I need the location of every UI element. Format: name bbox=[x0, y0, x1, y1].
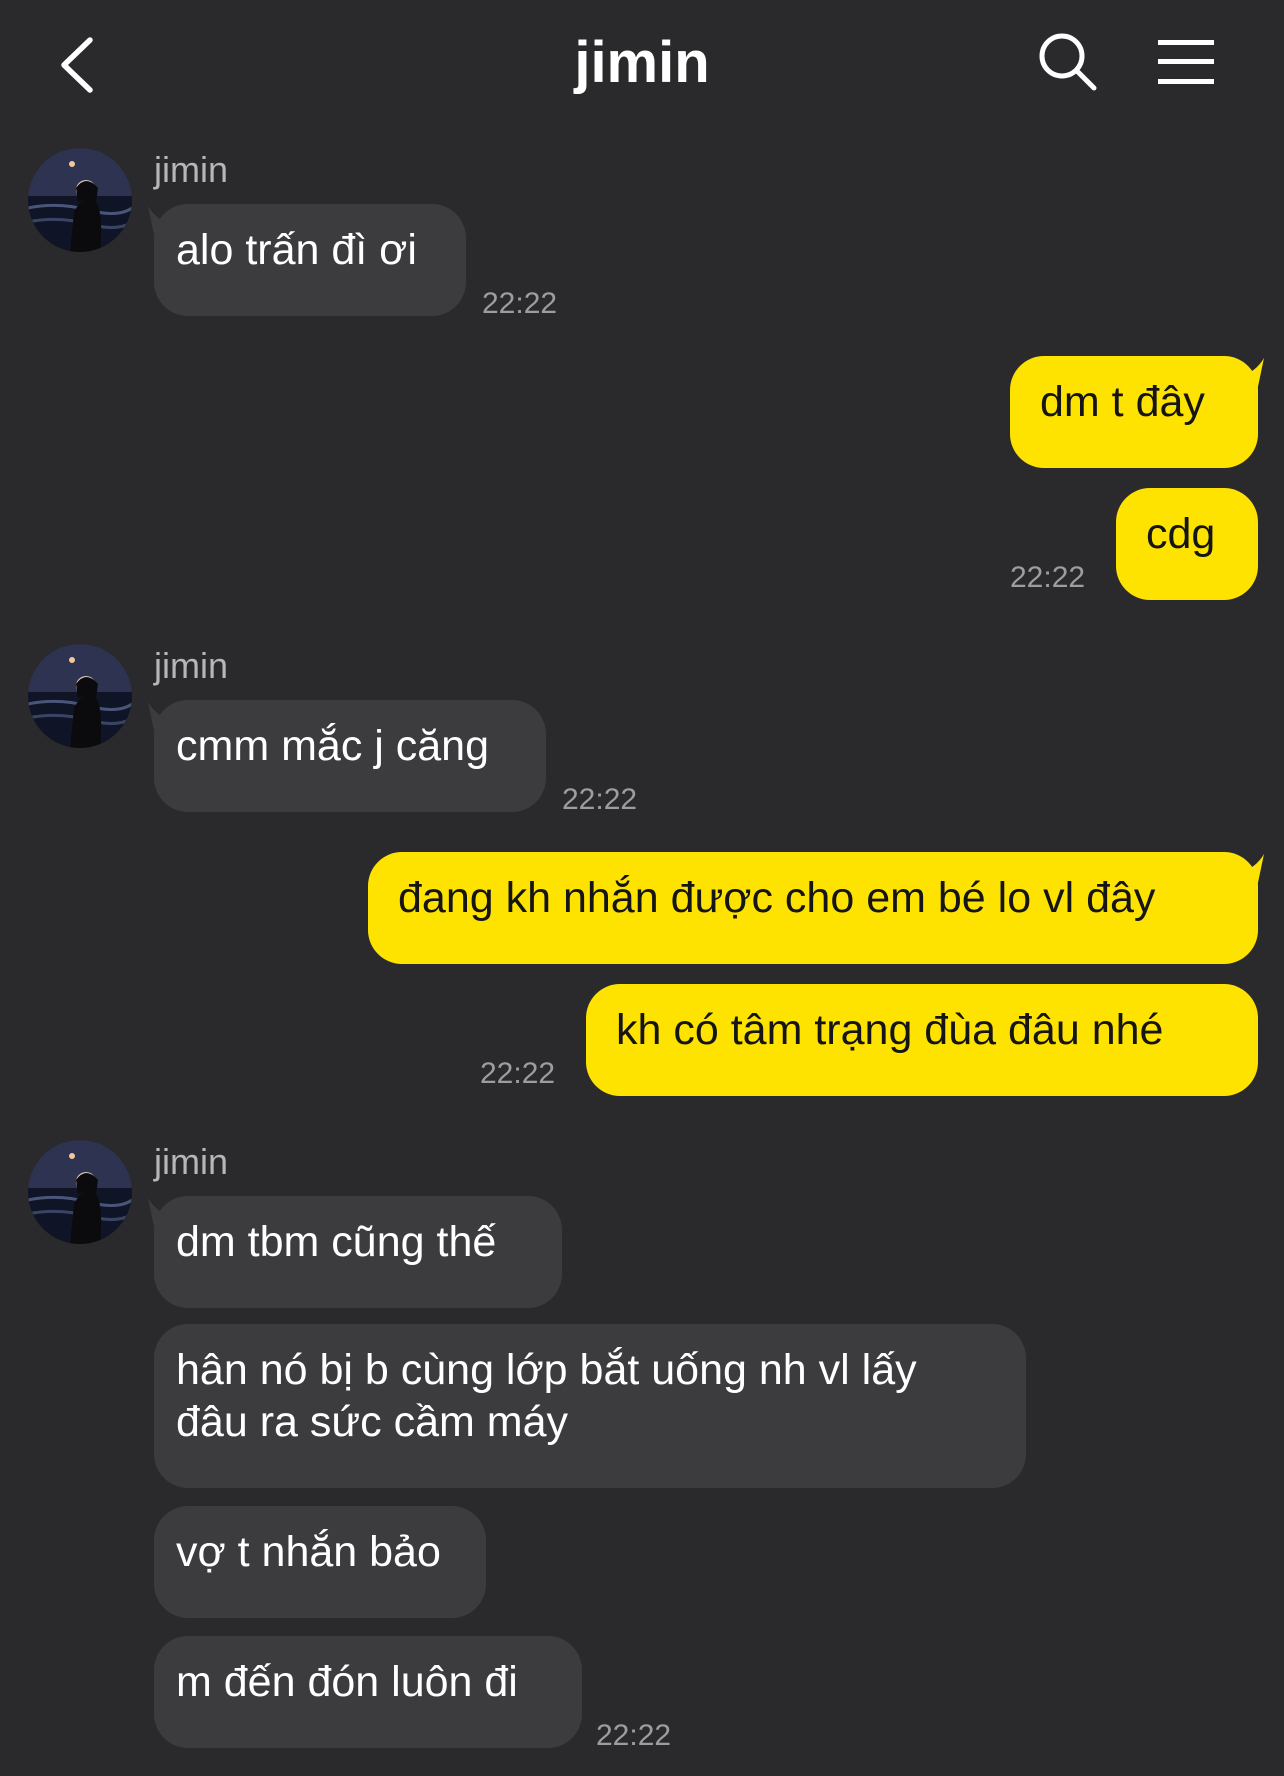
message-time: 22:22 bbox=[1010, 561, 1086, 594]
sender-name: jimin bbox=[154, 149, 229, 190]
sender-name: jimin bbox=[154, 645, 229, 686]
message-bubble[interactable]: vợ t nhắn bảo bbox=[154, 1506, 486, 1618]
message-bubble[interactable]: hân nó bị b cùng lớp bắt uống nh vl lấy … bbox=[154, 1324, 1026, 1488]
menu-button[interactable] bbox=[1152, 34, 1220, 90]
message-time: 22:22 bbox=[480, 1057, 556, 1090]
search-icon bbox=[1039, 33, 1097, 91]
avatar[interactable] bbox=[28, 644, 132, 748]
search-button[interactable] bbox=[1036, 30, 1100, 94]
avatar[interactable] bbox=[28, 1140, 132, 1244]
message-time: 22:22 bbox=[482, 287, 558, 320]
avatar-image-icon bbox=[28, 1140, 132, 1244]
message-time: 22:22 bbox=[562, 783, 638, 816]
message-bubble[interactable]: dm tbm cũng thế bbox=[154, 1196, 562, 1308]
message-bubble[interactable]: dm t đây bbox=[1010, 356, 1258, 468]
message-time: 22:22 bbox=[596, 1719, 672, 1752]
avatar[interactable] bbox=[28, 148, 132, 252]
message-bubble[interactable]: đang kh nhắn được cho em bé lo vl đây bbox=[368, 852, 1258, 964]
hamburger-menu-icon bbox=[1158, 40, 1214, 84]
message-bubble[interactable]: cdg bbox=[1116, 488, 1258, 600]
avatar-image-icon bbox=[28, 148, 132, 252]
avatar-image-icon bbox=[28, 644, 132, 748]
message-bubble[interactable]: m đến đón luôn đi bbox=[154, 1636, 582, 1748]
sender-name: jimin bbox=[154, 1141, 229, 1182]
message-bubble[interactable]: kh có tâm trạng đùa đâu nhé bbox=[586, 984, 1258, 1096]
message-bubble[interactable]: alo trấn đì ơi bbox=[154, 204, 466, 316]
chat-header: jimin bbox=[0, 0, 1284, 140]
message-bubble[interactable]: cmm mắc j căng bbox=[154, 700, 546, 812]
